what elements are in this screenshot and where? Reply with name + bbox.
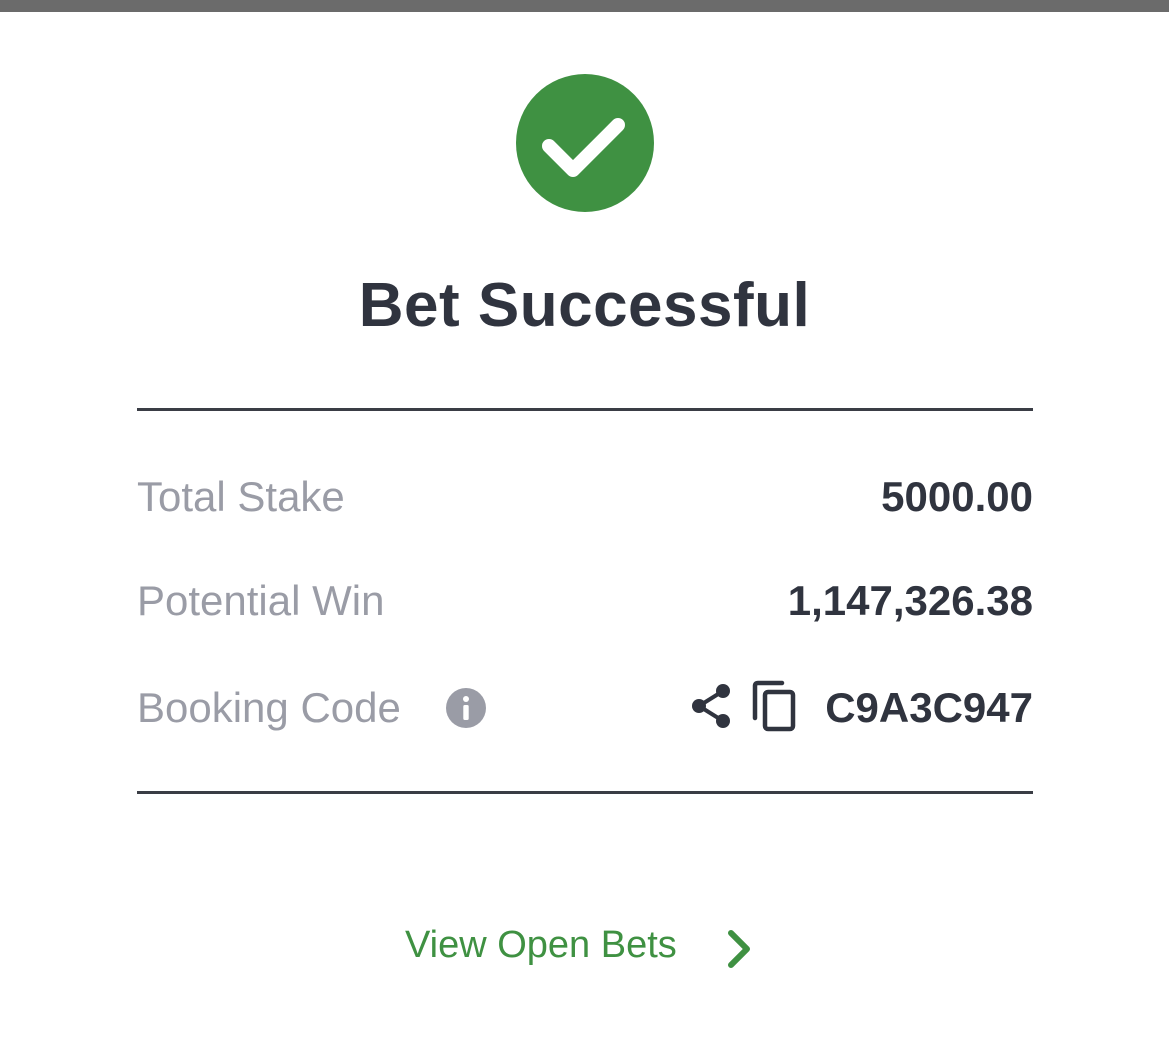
bottom-divider (137, 791, 1033, 794)
booking-code-label: Booking Code (137, 684, 401, 731)
bet-confirmation-panel: Bet Successful Total Stake 5000.00 Poten… (0, 0, 1169, 1037)
page-title: Bet Successful (358, 271, 811, 340)
top-divider (137, 408, 1033, 411)
potential-win-label: Potential Win (137, 577, 385, 624)
total-stake-label: Total Stake (137, 473, 345, 520)
view-open-bets-link[interactable]: View Open Bets (405, 918, 750, 978)
booking-code-row: Booking Code C9A3C947 (137, 678, 1033, 738)
total-stake-value: 5000.00 (881, 473, 1033, 520)
booking-code-value[interactable]: C9A3C947 (825, 678, 1033, 738)
info-icon[interactable] (445, 687, 487, 729)
view-open-bets-label[interactable]: View Open Bets (405, 918, 677, 972)
share-icon[interactable] (689, 682, 733, 730)
chevron-right-icon[interactable] (723, 928, 755, 970)
potential-win-row: Potential Win 1,147,326.38 (137, 571, 1033, 631)
potential-win-value: 1,147,326.38 (787, 577, 1033, 624)
copy-icon[interactable] (750, 680, 798, 732)
total-stake-row: Total Stake 5000.00 (137, 467, 1033, 527)
success-checkmark-icon (516, 74, 654, 212)
